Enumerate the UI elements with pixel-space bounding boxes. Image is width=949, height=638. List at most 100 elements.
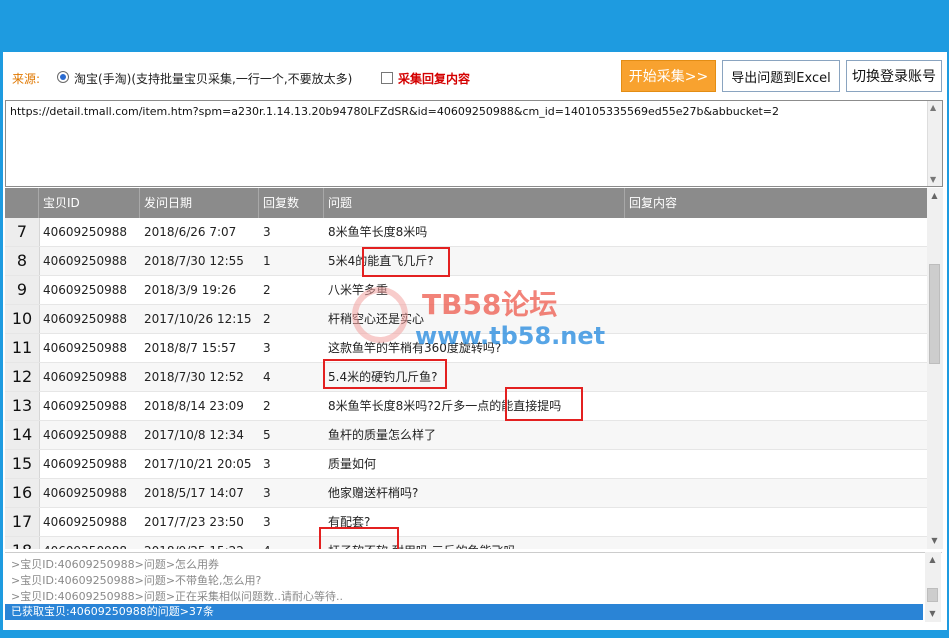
- table-row[interactable]: 7 40609250988 2018/6/26 7:07 3 8米鱼竿长度8米吗: [5, 218, 927, 247]
- log-scrollbar-thumb[interactable]: [927, 588, 938, 602]
- column-header-question[interactable]: 问题: [324, 188, 625, 218]
- row-number: 18: [5, 537, 40, 549]
- table-row[interactable]: 13 40609250988 2018/8/14 23:09 2 8米鱼竿长度8米吗?2…: [5, 392, 927, 421]
- table-row[interactable]: 16 40609250988 2018/5/17 14:07 3 他家赠送杆梢吗?: [5, 479, 927, 508]
- table-row[interactable]: 18406092509882018/9/25 15:224杆子软不软,耐用吗,三…: [5, 537, 927, 549]
- highlight-box: [362, 247, 450, 277]
- cell-reply-count: 4: [263, 370, 271, 384]
- watermark-title: TB58论坛: [422, 288, 558, 321]
- questions-table: 宝贝ID 发问日期 回复数 问题 回复内容 7 40609250988 2018/6…: [5, 188, 945, 549]
- table-scrollbar-thumb[interactable]: [929, 264, 940, 364]
- cell-reply-count: 3: [263, 457, 271, 471]
- watermark-logo-icon: [352, 287, 408, 343]
- row-number: 11: [5, 334, 40, 362]
- cell-item-id: 40609250988: [43, 399, 127, 413]
- cell-reply-count: 3: [263, 341, 271, 355]
- cell-item-id: 40609250988: [43, 515, 127, 529]
- cell-item-id: 40609250988: [43, 225, 127, 239]
- watermark-url: www.tb58.net: [415, 322, 606, 350]
- highlight-box: [323, 359, 447, 389]
- table-body: 7 40609250988 2018/6/26 7:07 3 8米鱼竿长度8米吗 8 406…: [5, 218, 927, 549]
- cell-ask-date: 2018/6/26 7:07: [144, 225, 237, 239]
- row-number: 8: [5, 247, 40, 275]
- row-number: 10: [5, 305, 40, 333]
- cell-reply-count: 4: [263, 537, 271, 549]
- cell-item-id: 40609250988: [43, 457, 127, 471]
- switch-account-button[interactable]: 切换登录账号: [846, 60, 942, 92]
- url-input-scrollbar[interactable]: ▲ ▼: [927, 101, 942, 186]
- cell-ask-date: 2018/8/7 15:57: [144, 341, 237, 355]
- table-row[interactable]: 17 40609250988 2017/7/23 23:50 3 有配套?: [5, 508, 927, 537]
- table-header: 宝贝ID 发问日期 回复数 问题 回复内容: [5, 188, 927, 218]
- highlight-box: [505, 387, 583, 421]
- cell-question: 鱼杆的质量怎么样了: [328, 428, 437, 442]
- cell-ask-date: 2018/9/25 15:22: [144, 537, 244, 549]
- cell-ask-date: 2018/7/30 12:52: [144, 370, 244, 384]
- log-scrollbar[interactable]: ▲ ▼: [925, 552, 941, 622]
- cell-ask-date: 2018/3/9 19:26: [144, 283, 237, 297]
- cell-ask-date: 2017/10/26 12:15: [144, 312, 252, 326]
- scroll-up-icon[interactable]: ▲: [927, 554, 938, 566]
- cell-ask-date: 2017/10/8 12:34: [144, 428, 244, 442]
- row-number: 12: [5, 363, 40, 391]
- start-collect-button[interactable]: 开始采集>>: [621, 60, 716, 92]
- column-header-count[interactable]: 回复数: [259, 188, 324, 218]
- cell-ask-date: 2017/10/21 20:05: [144, 457, 252, 471]
- cell-item-id: 40609250988: [43, 486, 127, 500]
- cell-reply-count: 2: [263, 283, 271, 297]
- window-frame-bottom: [0, 630, 949, 638]
- column-header-reply[interactable]: 回复内容: [625, 188, 927, 218]
- cell-ask-date: 2018/7/30 12:55: [144, 254, 244, 268]
- collect-replies-label[interactable]: 采集回复内容: [398, 70, 470, 87]
- row-number: 14: [5, 421, 40, 449]
- export-excel-button[interactable]: 导出问题到Excel: [722, 60, 840, 92]
- table-row[interactable]: 8 40609250988 2018/7/30 12:55 1 5米4的能直飞几斤?: [5, 247, 927, 276]
- cell-ask-date: 2017/7/23 23:50: [144, 515, 244, 529]
- column-header-date[interactable]: 发问日期: [140, 188, 259, 218]
- cell-item-id: 40609250988: [43, 312, 127, 326]
- column-header-id[interactable]: 宝贝ID: [39, 188, 140, 218]
- row-number: 15: [5, 450, 40, 478]
- url-input[interactable]: https://detail.tmall.com/item.htm?spm=a2…: [5, 100, 943, 187]
- cell-item-id: 40609250988: [43, 537, 127, 549]
- cell-item-id: 40609250988: [43, 428, 127, 442]
- row-number: 16: [5, 479, 40, 507]
- cell-reply-count: 3: [263, 515, 271, 529]
- status-bar: 已获取宝贝:40609250988的问题>37条: [5, 604, 923, 620]
- scroll-up-icon[interactable]: ▲: [930, 103, 936, 112]
- scroll-down-icon[interactable]: ▼: [929, 535, 940, 547]
- cell-reply-count: 5: [263, 428, 271, 442]
- log-line: >宝贝ID:40609250988>问题>正在采集相似问题数..请耐心等待..: [11, 590, 344, 603]
- cell-reply-count: 2: [263, 399, 271, 413]
- collect-replies-checkbox[interactable]: [381, 72, 393, 84]
- row-number: 13: [5, 392, 40, 420]
- cell-item-id: 40609250988: [43, 283, 127, 297]
- cell-ask-date: 2018/5/17 14:07: [144, 486, 244, 500]
- row-number: 7: [5, 218, 40, 246]
- window-frame-left: [0, 52, 3, 638]
- taobao-radio-label[interactable]: 淘宝(手淘)(支持批量宝贝采集,一行一个,不要放太多): [74, 70, 352, 87]
- cell-reply-count: 2: [263, 312, 271, 326]
- table-row[interactable]: 12 40609250988 2018/7/30 12:52 4 5.4米的硬钓几斤鱼?: [5, 363, 927, 392]
- table-row[interactable]: 15 40609250988 2017/10/21 20:05 3 质量如何: [5, 450, 927, 479]
- log-line: >宝贝ID:40609250988>问题>怎么用券: [11, 558, 220, 571]
- row-number-header: [5, 188, 39, 218]
- cell-reply-count: 1: [263, 254, 271, 268]
- highlight-box: [319, 527, 399, 549]
- table-row[interactable]: 14 40609250988 2017/10/8 12:34 5 鱼杆的质量怎么样了: [5, 421, 927, 450]
- cell-item-id: 40609250988: [43, 254, 127, 268]
- cell-ask-date: 2018/8/14 23:09: [144, 399, 244, 413]
- row-number: 17: [5, 508, 40, 536]
- scroll-down-icon[interactable]: ▼: [927, 608, 938, 620]
- cell-question: 8米鱼竿长度8米吗: [328, 225, 428, 239]
- cell-reply-count: 3: [263, 225, 271, 239]
- scroll-down-icon[interactable]: ▼: [930, 175, 936, 184]
- scroll-up-icon[interactable]: ▲: [929, 190, 940, 202]
- cell-question: 他家赠送杆梢吗?: [328, 486, 419, 500]
- window-title-bar: [0, 0, 949, 52]
- cell-question: 质量如何: [328, 457, 377, 471]
- row-number: 9: [5, 276, 40, 304]
- taobao-radio-button[interactable]: [57, 71, 69, 83]
- table-scrollbar[interactable]: ▲ ▼: [927, 188, 943, 549]
- cell-item-id: 40609250988: [43, 341, 127, 355]
